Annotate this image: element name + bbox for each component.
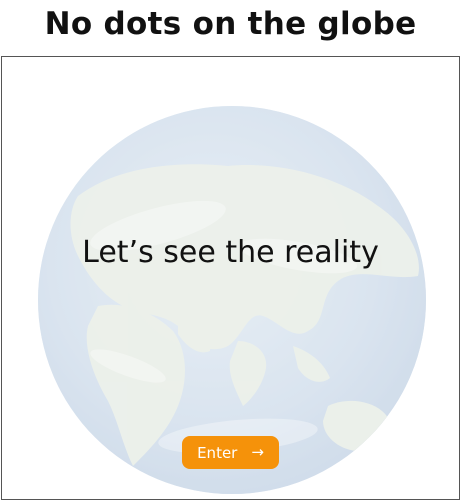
globe-panel: Let’s see the reality Enter → [1, 56, 460, 500]
enter-button[interactable]: Enter → [182, 436, 279, 469]
arrow-right-icon: → [251, 443, 264, 461]
enter-button-label: Enter [197, 443, 238, 462]
tagline: Let’s see the reality [82, 235, 379, 270]
page-title: No dots on the globe [44, 6, 417, 42]
